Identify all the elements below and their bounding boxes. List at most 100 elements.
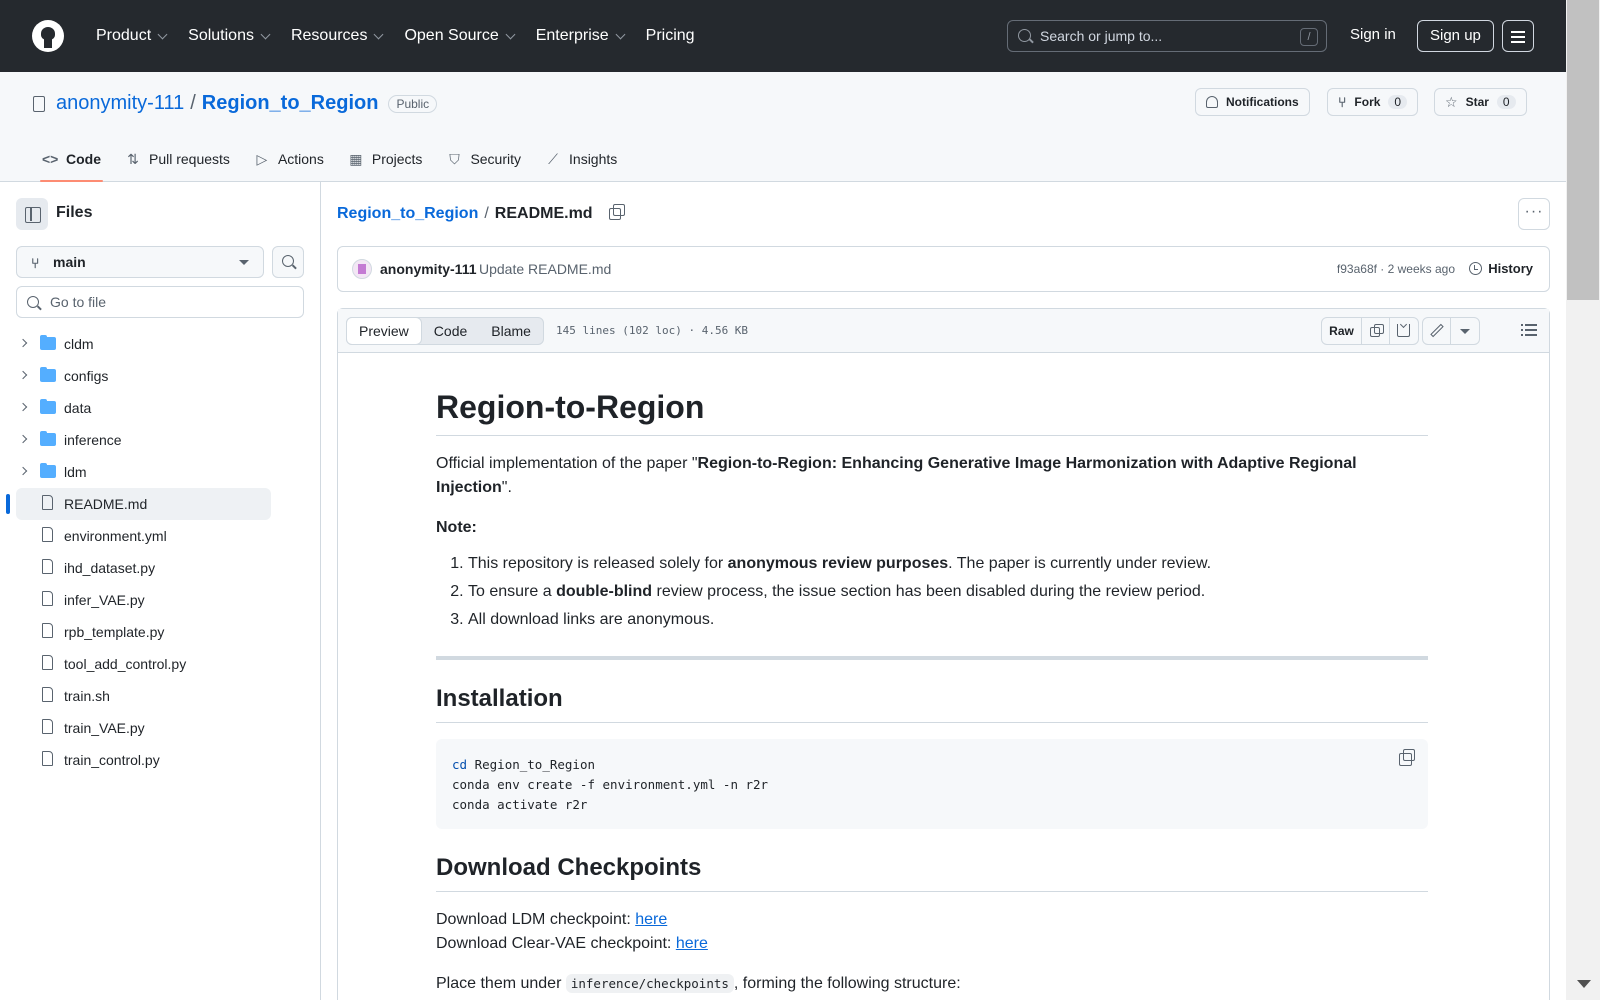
notifications-button[interactable]: Notifications: [1195, 88, 1310, 116]
note-label: Note:: [436, 519, 477, 536]
tree-file[interactable]: environment.yml: [0, 520, 321, 552]
avatar[interactable]: [352, 259, 372, 279]
tree-file[interactable]: rpb_template.py: [0, 616, 321, 648]
tree-folder[interactable]: cldm: [0, 328, 321, 360]
download-button[interactable]: [1390, 318, 1418, 344]
note-list: This repository is released solely for a…: [436, 552, 1428, 632]
tree-file[interactable]: ihd_dataset.py: [0, 552, 321, 584]
tab-actions[interactable]: ▷ Actions: [244, 136, 334, 182]
tree-file[interactable]: train_control.py: [0, 744, 321, 776]
tree-file[interactable]: tool_add_control.py: [0, 648, 321, 680]
tree-folder[interactable]: configs: [0, 360, 321, 392]
copy-icon: [1370, 324, 1384, 337]
raw-button[interactable]: Raw: [1322, 318, 1362, 344]
folder-icon: [40, 399, 56, 414]
commit-message-link[interactable]: Update README.md: [479, 261, 611, 277]
global-search-input[interactable]: Search or jump to... /: [1007, 20, 1327, 52]
visibility-badge: Public: [388, 94, 438, 113]
breadcrumb-repo-link[interactable]: Region_to_Region: [337, 205, 478, 223]
file-info: 145 lines (102 loc) · 4.56 KB: [556, 324, 749, 337]
history-button[interactable]: History: [1469, 261, 1533, 276]
commit-hash-time[interactable]: f93a68f · 2 weeks ago: [1337, 262, 1455, 276]
file-icon: [42, 559, 53, 574]
tree-folder[interactable]: ldm: [0, 456, 321, 488]
file-tree: cldm configs data inference ldm README.m…: [0, 328, 321, 776]
copy-code-icon[interactable]: [1399, 749, 1415, 766]
caret-down-icon: [1460, 329, 1470, 334]
chevron-right-icon[interactable]: [18, 370, 28, 380]
folder-icon: [40, 431, 56, 446]
divider: [436, 656, 1428, 660]
copy-path-icon[interactable]: [608, 204, 625, 220]
tab-insights[interactable]: ⟋ Insights: [535, 136, 627, 182]
folder-icon: [40, 367, 56, 382]
more-options-button[interactable]: ···: [1518, 198, 1550, 230]
outline-list-icon[interactable]: [1521, 323, 1537, 337]
nav-enterprise[interactable]: Enterprise: [528, 27, 632, 45]
tree-file[interactable]: train.sh: [0, 680, 321, 712]
tree-folder[interactable]: data: [0, 392, 321, 424]
chevron-down-icon: [505, 29, 516, 39]
vae-download-link[interactable]: here: [676, 935, 708, 952]
scroll-down-arrow-icon[interactable]: [1577, 980, 1591, 988]
tree-file[interactable]: train_VAE.py: [0, 712, 321, 744]
go-to-file-input[interactable]: Go to file: [16, 286, 304, 318]
preview-tab[interactable]: Preview: [346, 317, 422, 345]
nav-product[interactable]: Product: [88, 27, 174, 45]
readme-content: Region-to-Region Official implementation…: [436, 353, 1428, 1000]
branch-icon: ⑂: [31, 255, 40, 271]
list-item: All download links are anonymous.: [468, 608, 1428, 632]
tab-pull-requests[interactable]: ⇅ Pull requests: [115, 136, 240, 182]
command-palette-button[interactable]: [1502, 20, 1534, 52]
file-search-button[interactable]: [272, 246, 304, 278]
star-icon: ☆: [1445, 93, 1458, 110]
star-button[interactable]: ☆ Star 0: [1434, 88, 1527, 116]
nav-resources[interactable]: Resources: [283, 27, 390, 45]
inline-code: inference/checkpoints: [565, 974, 734, 993]
tab-projects[interactable]: ▦ Projects: [338, 136, 433, 182]
chevron-right-icon[interactable]: [18, 402, 28, 412]
ldm-download-link[interactable]: here: [635, 911, 667, 928]
tree-file[interactable]: infer_VAE.py: [0, 584, 321, 616]
chevron-right-icon[interactable]: [18, 338, 28, 348]
slash-shortcut-key: /: [1300, 28, 1318, 46]
tree-file-selected[interactable]: README.md: [6, 488, 271, 520]
chevron-right-icon[interactable]: [18, 466, 28, 476]
copy-raw-button[interactable]: [1362, 318, 1390, 344]
folder-icon: [40, 463, 56, 478]
repo-name-link[interactable]: Region_to_Region: [202, 92, 379, 115]
github-logo-icon[interactable]: [32, 20, 64, 52]
sign-in-link[interactable]: Sign in: [1350, 26, 1396, 43]
repo-icon: [33, 96, 45, 112]
nav-pricing[interactable]: Pricing: [638, 27, 703, 45]
nav-solutions[interactable]: Solutions: [180, 27, 277, 45]
history-icon: [1469, 262, 1483, 275]
file-icon: [42, 655, 53, 670]
search-icon: [27, 296, 39, 308]
nav-open-source[interactable]: Open Source: [396, 27, 521, 45]
file-header: Preview Code Blame 145 lines (102 loc) ·…: [338, 309, 1549, 353]
checkpoints-heading: Download Checkpoints: [436, 853, 1428, 892]
fork-button[interactable]: ⑂ Fork 0: [1327, 88, 1419, 116]
tab-code[interactable]: <> Code: [32, 136, 111, 182]
edit-dropdown-button[interactable]: [1451, 318, 1479, 344]
bell-icon: [1206, 96, 1218, 108]
blame-tab[interactable]: Blame: [479, 318, 543, 344]
installation-heading: Installation: [436, 684, 1428, 723]
branch-selector[interactable]: ⑂ main: [16, 246, 264, 278]
edit-button[interactable]: [1423, 318, 1451, 344]
commit-author-link[interactable]: anonymity-111: [380, 261, 477, 277]
page-scrollbar[interactable]: [1566, 0, 1600, 1000]
breadcrumb: Region_to_Region / README.md: [337, 204, 625, 223]
code-icon: <>: [42, 151, 59, 167]
sign-up-button[interactable]: Sign up: [1417, 20, 1494, 52]
chevron-right-icon[interactable]: [18, 434, 28, 444]
repo-owner-link[interactable]: anonymity-111: [56, 92, 184, 115]
tab-security[interactable]: ⛉ Security: [436, 136, 531, 182]
file-actions-group: Raw: [1321, 317, 1419, 345]
scrollbar-thumb[interactable]: [1567, 0, 1599, 300]
file-icon: [42, 495, 53, 510]
sidebar-collapse-icon[interactable]: [16, 198, 48, 230]
code-view-tab[interactable]: Code: [422, 318, 479, 344]
tree-folder[interactable]: inference: [0, 424, 321, 456]
